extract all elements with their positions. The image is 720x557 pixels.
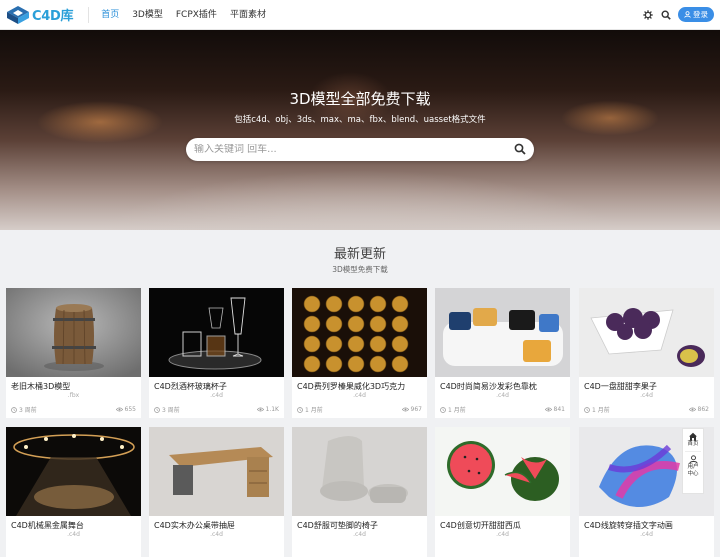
card-time: 1 月前 xyxy=(592,407,610,414)
model-card[interactable]: C4D烈酒杯玻璃杯子 .c4d 3 周前 1.1K xyxy=(149,288,284,418)
clock-icon xyxy=(440,406,446,413)
card-views: 841 xyxy=(553,406,565,413)
card-format: .c4d xyxy=(210,531,223,538)
card-meta: 3 周前 1.1K xyxy=(154,405,279,414)
float-user-center-button[interactable]: 用户中心 xyxy=(686,455,700,478)
card-time: 3 周前 xyxy=(19,407,37,414)
card-time: 1 月前 xyxy=(305,407,323,414)
nav-divider xyxy=(88,6,90,23)
card-meta: 1 月前 862 xyxy=(584,405,709,414)
top-header: C4D库 首页 3D模型 FCPX插件 平面素材 登录 xyxy=(0,0,720,30)
main-nav: 首页 3D模型 FCPX插件 平面素材 xyxy=(101,0,279,30)
card-thumbnail xyxy=(6,288,141,377)
hero-search-box xyxy=(186,138,534,161)
logo-text: C4D库 xyxy=(32,9,74,24)
card-format: .c4d xyxy=(496,531,509,538)
card-thumbnail xyxy=(149,288,284,377)
card-views: 967 xyxy=(410,406,422,413)
card-thumbnail xyxy=(579,288,714,377)
card-title: C4D创意切开甜甜西瓜 xyxy=(440,521,521,530)
card-meta: 3 周前 655 xyxy=(11,405,136,414)
float-user-label: 用户中心 xyxy=(687,464,699,477)
card-thumbnail xyxy=(6,427,141,516)
card-thumbnail xyxy=(435,427,570,516)
card-meta: 1 月前 967 xyxy=(297,405,422,414)
nav-fcpx-plugins[interactable]: FCPX插件 xyxy=(176,0,217,30)
settings-icon[interactable] xyxy=(642,9,654,21)
clock-icon xyxy=(11,406,17,413)
eye-icon xyxy=(401,407,409,412)
card-format: .c4d xyxy=(353,531,366,538)
card-title: C4D实木办公桌带抽屉 xyxy=(154,521,235,530)
card-title: C4D一盘甜甜李果子 xyxy=(584,382,657,391)
card-title: C4D费列罗榛果威化3D巧克力 xyxy=(297,382,406,391)
card-title: C4D机械黑金属舞台 xyxy=(11,521,84,530)
card-format: .c4d xyxy=(640,531,653,538)
user-icon xyxy=(688,455,698,464)
eye-icon xyxy=(544,407,552,412)
model-card[interactable]: C4D舒服可垫脚的椅子 .c4d xyxy=(292,427,427,557)
float-home-label: 首页 xyxy=(687,441,699,447)
site-logo[interactable]: C4D库 xyxy=(6,5,73,25)
eye-icon xyxy=(256,407,264,412)
model-card[interactable]: C4D机械黑金属舞台 .c4d xyxy=(6,427,141,557)
card-format: .fbx xyxy=(67,392,80,399)
card-thumbnail xyxy=(292,427,427,516)
float-home-button[interactable]: 首页 xyxy=(687,432,699,448)
search-icon[interactable] xyxy=(660,9,672,21)
search-submit-icon[interactable] xyxy=(514,143,526,155)
model-card[interactable]: C4D实木办公桌带抽屉 .c4d xyxy=(149,427,284,557)
nav-graphic-assets[interactable]: 平面素材 xyxy=(230,0,266,30)
nav-3d-models[interactable]: 3D模型 xyxy=(132,0,163,30)
model-card[interactable]: C4D创意切开甜甜西瓜 .c4d xyxy=(435,427,570,557)
eye-icon xyxy=(688,407,696,412)
card-meta: 1 月前 841 xyxy=(440,405,565,414)
login-label: 登录 xyxy=(693,10,708,19)
model-card[interactable]: 老旧木桶3D模型 .fbx 3 周前 655 xyxy=(6,288,141,418)
login-button[interactable]: 登录 xyxy=(678,7,714,22)
header-actions: 登录 xyxy=(642,7,714,22)
card-views: 655 xyxy=(124,406,136,413)
card-thumbnail xyxy=(435,288,570,377)
card-time: 1 月前 xyxy=(448,407,466,414)
card-views: 1.1K xyxy=(265,406,279,413)
section-title: 最新更新 xyxy=(333,247,386,262)
hero-subtitle: 包括c4d、obj、3ds、max、ma、fbx、blend、uasset格式文… xyxy=(234,115,486,125)
user-icon xyxy=(684,11,691,18)
clock-icon xyxy=(584,406,590,413)
model-card[interactable]: C4D费列罗榛果威化3D巧克力 .c4d 1 月前 967 xyxy=(292,288,427,418)
home-icon xyxy=(688,432,697,441)
section-subtitle: 3D模型免费下载 xyxy=(332,265,388,274)
card-format: .c4d xyxy=(353,392,366,399)
card-title: C4D时尚简易沙发彩色靠枕 xyxy=(440,382,537,391)
card-title: C4D线旋转穿插文字动画 xyxy=(584,521,673,530)
card-views: 862 xyxy=(697,406,709,413)
card-time: 3 周前 xyxy=(162,407,180,414)
nav-home[interactable]: 首页 xyxy=(101,0,119,30)
eye-icon xyxy=(115,407,123,412)
card-title: 老旧木桶3D模型 xyxy=(11,382,71,391)
clock-icon xyxy=(154,406,160,413)
card-format: .c4d xyxy=(210,392,223,399)
card-title: C4D烈酒杯玻璃杯子 xyxy=(154,382,227,391)
clock-icon xyxy=(297,406,303,413)
hero-banner: 3D模型全部免费下载 包括c4d、obj、3ds、max、ma、fbx、blen… xyxy=(0,30,720,230)
search-input[interactable] xyxy=(194,144,494,155)
hero-title: 3D模型全部免费下载 xyxy=(289,90,431,108)
card-format: .c4d xyxy=(496,392,509,399)
card-format: .c4d xyxy=(67,531,80,538)
float-divider xyxy=(685,451,701,452)
model-card[interactable]: C4D时尚简易沙发彩色靠枕 .c4d 1 月前 841 xyxy=(435,288,570,418)
card-format: .c4d xyxy=(640,392,653,399)
card-title: C4D舒服可垫脚的椅子 xyxy=(297,521,378,530)
logo-cube-icon xyxy=(7,5,29,24)
model-card[interactable]: C4D一盘甜甜李果子 .c4d 1 月前 862 xyxy=(579,288,714,418)
floating-sidebar: 首页 用户中心 xyxy=(682,428,704,494)
card-thumbnail xyxy=(149,427,284,516)
card-thumbnail xyxy=(292,288,427,377)
